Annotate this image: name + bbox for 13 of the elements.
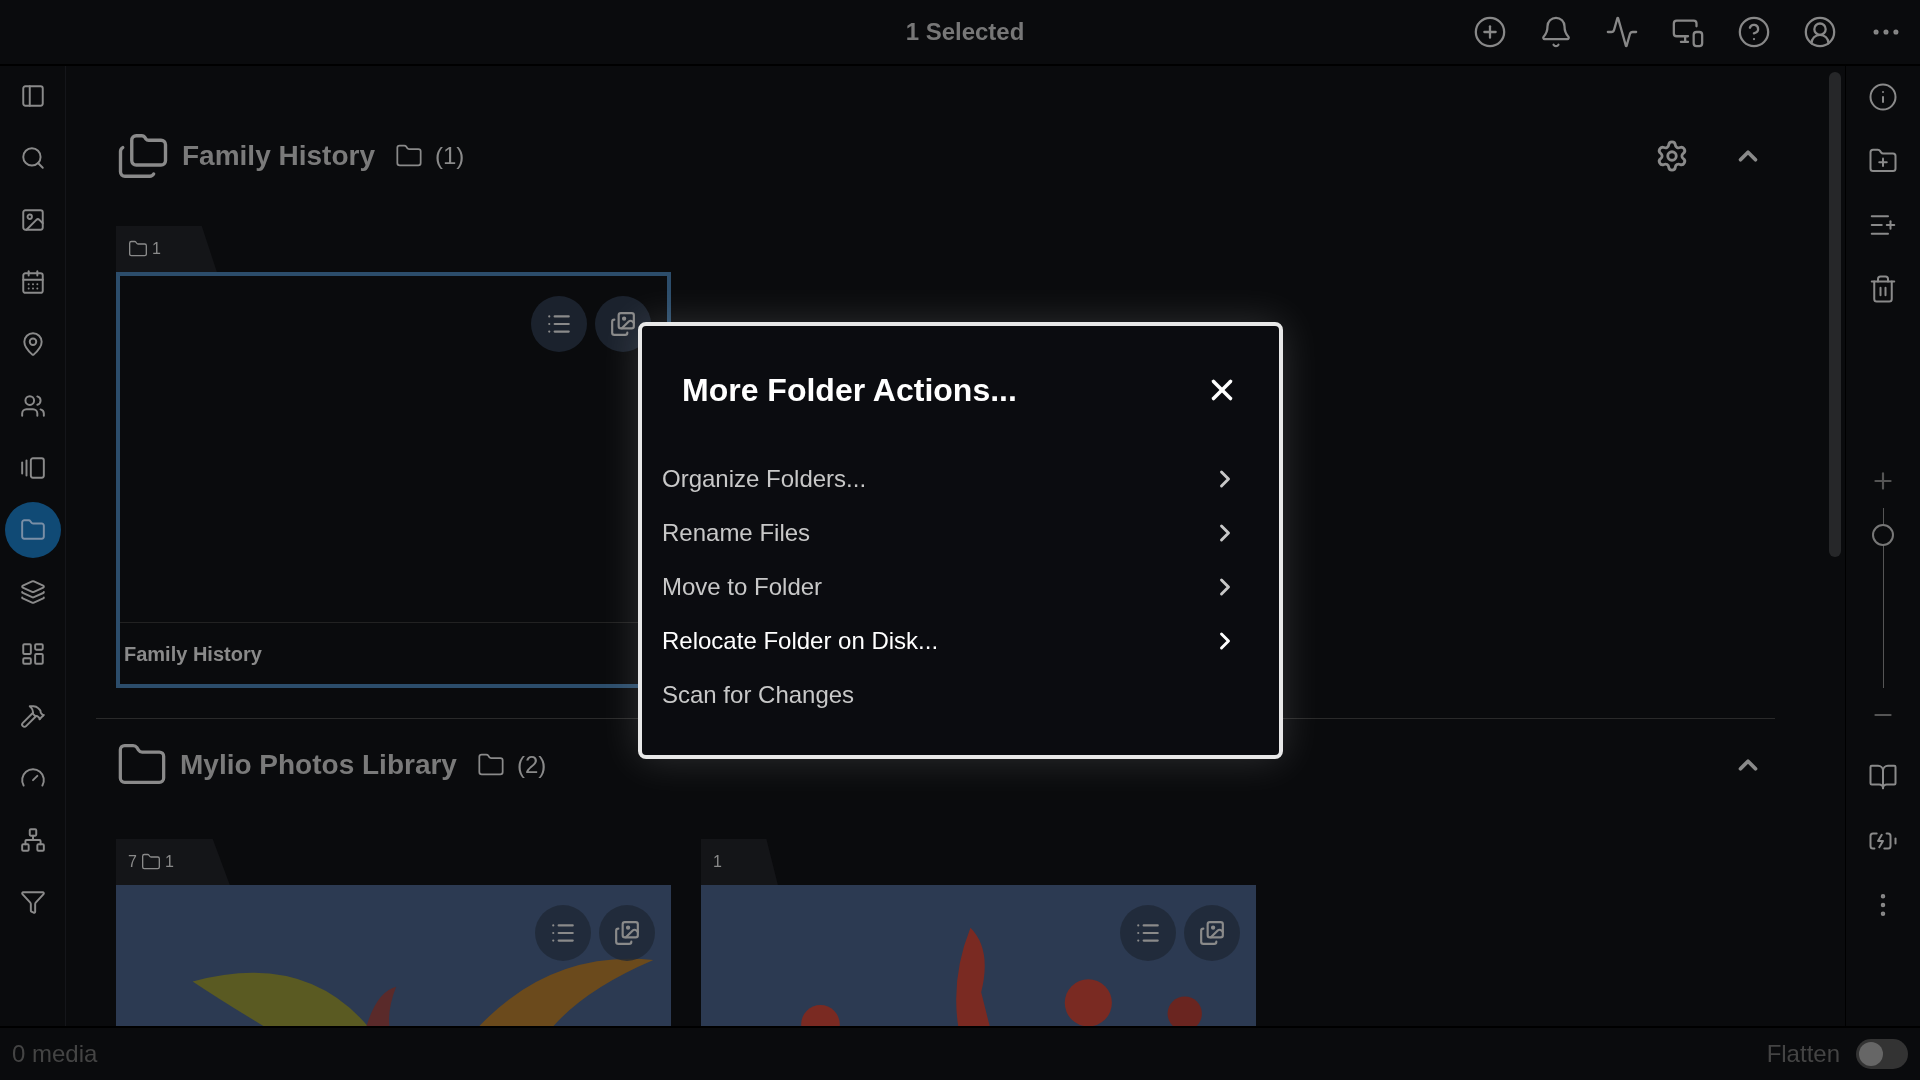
subfolder-count: 1: [164, 852, 174, 872]
section-title: Mylio Photos Library: [180, 748, 457, 782]
folder-name: Family History: [124, 641, 262, 667]
section-title: Family History: [182, 139, 375, 173]
flatten-label: Flatten: [1766, 1039, 1840, 1069]
folder-count: (2): [516, 750, 547, 780]
dialog-title: More Folder Actions...: [682, 371, 1017, 410]
media-count: 7: [128, 852, 137, 872]
media-count: 0 media: [12, 1039, 98, 1069]
media-count: 1: [713, 852, 722, 872]
subfolder-count: 1: [152, 239, 161, 259]
window-title: 1 Selected: [905, 17, 1025, 47]
folder-count: (1): [434, 141, 465, 171]
